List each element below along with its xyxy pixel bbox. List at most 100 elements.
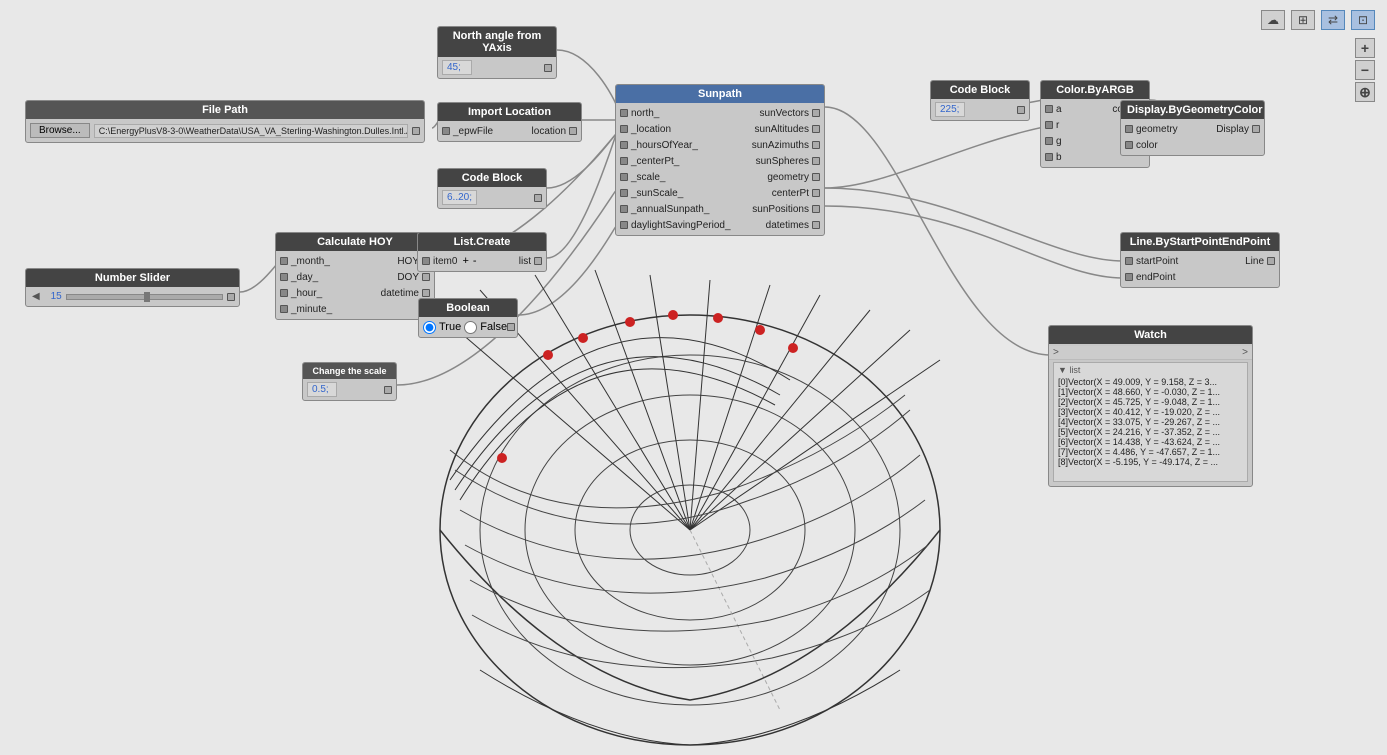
hoy-month-port bbox=[280, 257, 288, 265]
node-filepath: File Path Browse... C:\EnergyPlusV8-3-0\… bbox=[25, 100, 425, 143]
scale-port-out bbox=[384, 386, 392, 394]
color-a-port bbox=[1045, 105, 1053, 113]
sunpath-daylight-port bbox=[620, 221, 628, 229]
color-a-label: a bbox=[1053, 104, 1065, 115]
display-geometry-label: geometry bbox=[1133, 124, 1181, 135]
node-codeblock1: Code Block 6..20; bbox=[437, 168, 547, 209]
cb1-port-out bbox=[534, 194, 542, 202]
sunpath-sunspheres-port bbox=[812, 157, 820, 165]
hoy-day-label: _day_ bbox=[288, 272, 321, 283]
sunpath-sunaltitudes-port bbox=[812, 125, 820, 133]
hoy-minute-label: _minute_ bbox=[288, 304, 335, 315]
watch-item-0: [0]Vector(X = 49.009, Y = 9.158, Z = 3..… bbox=[1058, 377, 1243, 387]
boolean-port-out bbox=[507, 323, 515, 331]
north-value: 45; bbox=[442, 60, 472, 75]
cloud-btn[interactable]: ☁ bbox=[1261, 10, 1285, 30]
color-g-port bbox=[1045, 137, 1053, 145]
sunpath-sunscale-port bbox=[620, 189, 628, 197]
watch-item-4: [4]Vector(X = 33.075, Y = -29.267, Z = .… bbox=[1058, 417, 1243, 427]
color-r-port bbox=[1045, 121, 1053, 129]
node-list-create: List.Create item0 + - list bbox=[417, 232, 547, 272]
node-watch: Watch > > ▼ list [0]Vector(X = 49.009, Y… bbox=[1048, 325, 1253, 487]
scale-header: Change the scale bbox=[303, 363, 396, 379]
hoy-day-port bbox=[280, 273, 288, 281]
color-b-label: b bbox=[1053, 152, 1065, 163]
zoom-in-btn[interactable]: + bbox=[1355, 38, 1375, 58]
line-endpoint-port bbox=[1125, 273, 1133, 281]
watch-list-label: ▼ list bbox=[1058, 365, 1243, 377]
sunpath-geometry-label: geometry bbox=[764, 172, 812, 183]
watch-item-2: [2]Vector(X = 45.725, Y = -9.048, Z = 1.… bbox=[1058, 397, 1243, 407]
north-header: North angle from YAxis bbox=[438, 27, 556, 57]
display-color-port bbox=[1125, 141, 1133, 149]
cb1-value: 6..20; bbox=[442, 190, 477, 205]
color-header: Color.ByARGB bbox=[1041, 81, 1149, 99]
color-g-label: g bbox=[1053, 136, 1065, 147]
sunpath-centerpt-label-in: _centerPt_ bbox=[628, 156, 682, 167]
slider-thumb[interactable] bbox=[144, 292, 150, 302]
import-header: Import Location bbox=[438, 103, 581, 121]
sunpath-centerpt-port-in bbox=[620, 157, 628, 165]
line-output-label: Line bbox=[1242, 256, 1267, 267]
list-add-btn[interactable]: + bbox=[460, 255, 470, 267]
slider-header: Number Slider bbox=[26, 269, 239, 287]
sunpath-sunvectors-label: sunVectors bbox=[757, 108, 812, 119]
sunpath-location-port bbox=[620, 125, 628, 133]
sunpath-sunvectors-port bbox=[812, 109, 820, 117]
line-header: Line.ByStartPointEndPoint bbox=[1121, 233, 1279, 251]
boolean-true-label: True bbox=[439, 321, 461, 333]
import-location-label: location bbox=[529, 126, 569, 137]
watch-item-3: [3]Vector(X = 40.412, Y = -19.020, Z = .… bbox=[1058, 407, 1243, 417]
boolean-false-label: False bbox=[480, 321, 507, 333]
node-boolean: Boolean True False bbox=[418, 298, 518, 338]
zoom-controls: + − ⊕ bbox=[1355, 38, 1375, 102]
node-display-geometry-color: Display.ByGeometryColor geometry Display… bbox=[1120, 100, 1265, 156]
node-sunpath: Sunpath north_ sunVectors _location sunA… bbox=[615, 84, 825, 236]
slider-decrement[interactable]: ◀ bbox=[30, 291, 42, 302]
line-endpoint-label: endPoint bbox=[1133, 272, 1178, 283]
import-epwfile-port bbox=[442, 127, 450, 135]
boolean-header: Boolean bbox=[419, 299, 517, 317]
hoy-month-label: _month_ bbox=[288, 256, 333, 267]
list-remove-btn[interactable]: - bbox=[471, 255, 479, 267]
sunpath-geometry-port bbox=[812, 173, 820, 181]
cb2-header: Code Block bbox=[931, 81, 1029, 99]
sunpath-north-port bbox=[620, 109, 628, 117]
filepath-value: C:\EnergyPlusV8-3-0\WeatherData\USA_VA_S… bbox=[94, 124, 408, 138]
hoy-hour-label: _hour_ bbox=[288, 288, 325, 299]
sunpath-centerpt-port-out bbox=[812, 189, 820, 197]
boolean-false-radio[interactable] bbox=[464, 321, 477, 334]
sunpath-datetimes-port bbox=[812, 221, 820, 229]
cb2-port-out bbox=[1017, 106, 1025, 114]
list-header: List.Create bbox=[418, 233, 546, 251]
boolean-true-radio[interactable] bbox=[423, 321, 436, 334]
watch-input-arrow: > bbox=[1053, 347, 1059, 358]
browse-button[interactable]: Browse... bbox=[30, 123, 90, 138]
zoom-fit-btn[interactable]: ⊕ bbox=[1355, 82, 1375, 102]
watch-item-1: [1]Vector(X = 48.660, Y = -0.030, Z = 1.… bbox=[1058, 387, 1243, 397]
zoom-out-btn[interactable]: − bbox=[1355, 60, 1375, 80]
layout-btn[interactable]: ⊡ bbox=[1351, 10, 1375, 30]
toolbar: ☁ ⊞ ⇄ ⊡ bbox=[1261, 10, 1375, 30]
transfer-btn[interactable]: ⇄ bbox=[1321, 10, 1345, 30]
sunpath-header: Sunpath bbox=[616, 85, 824, 103]
sunpath-north-label: north_ bbox=[628, 108, 662, 119]
display-output-label: Display bbox=[1213, 124, 1252, 135]
sunpath-scale-port bbox=[620, 173, 628, 181]
sunpath-datetimes-label: datetimes bbox=[763, 220, 812, 231]
grid-btn[interactable]: ⊞ bbox=[1291, 10, 1315, 30]
list-item0-label: item0 bbox=[430, 256, 460, 267]
watch-output: ▼ list [0]Vector(X = 49.009, Y = 9.158, … bbox=[1053, 362, 1248, 482]
slider-track[interactable] bbox=[66, 294, 223, 300]
display-color-label: color bbox=[1133, 140, 1161, 151]
watch-item-5: [5]Vector(X = 24.216, Y = -37.352, Z = .… bbox=[1058, 427, 1243, 437]
hoy-doy-label: DOY bbox=[394, 272, 422, 283]
import-epwfile-label: _epwFile bbox=[450, 126, 496, 137]
north-port-out bbox=[544, 64, 552, 72]
hoy-minute-port bbox=[280, 305, 288, 313]
node-codeblock2: Code Block 225; bbox=[930, 80, 1030, 121]
sunpath-sunpositions-port bbox=[812, 205, 820, 213]
color-b-port bbox=[1045, 153, 1053, 161]
hoy-datetime-label: datetime bbox=[378, 288, 422, 299]
line-startpoint-label: startPoint bbox=[1133, 256, 1181, 267]
